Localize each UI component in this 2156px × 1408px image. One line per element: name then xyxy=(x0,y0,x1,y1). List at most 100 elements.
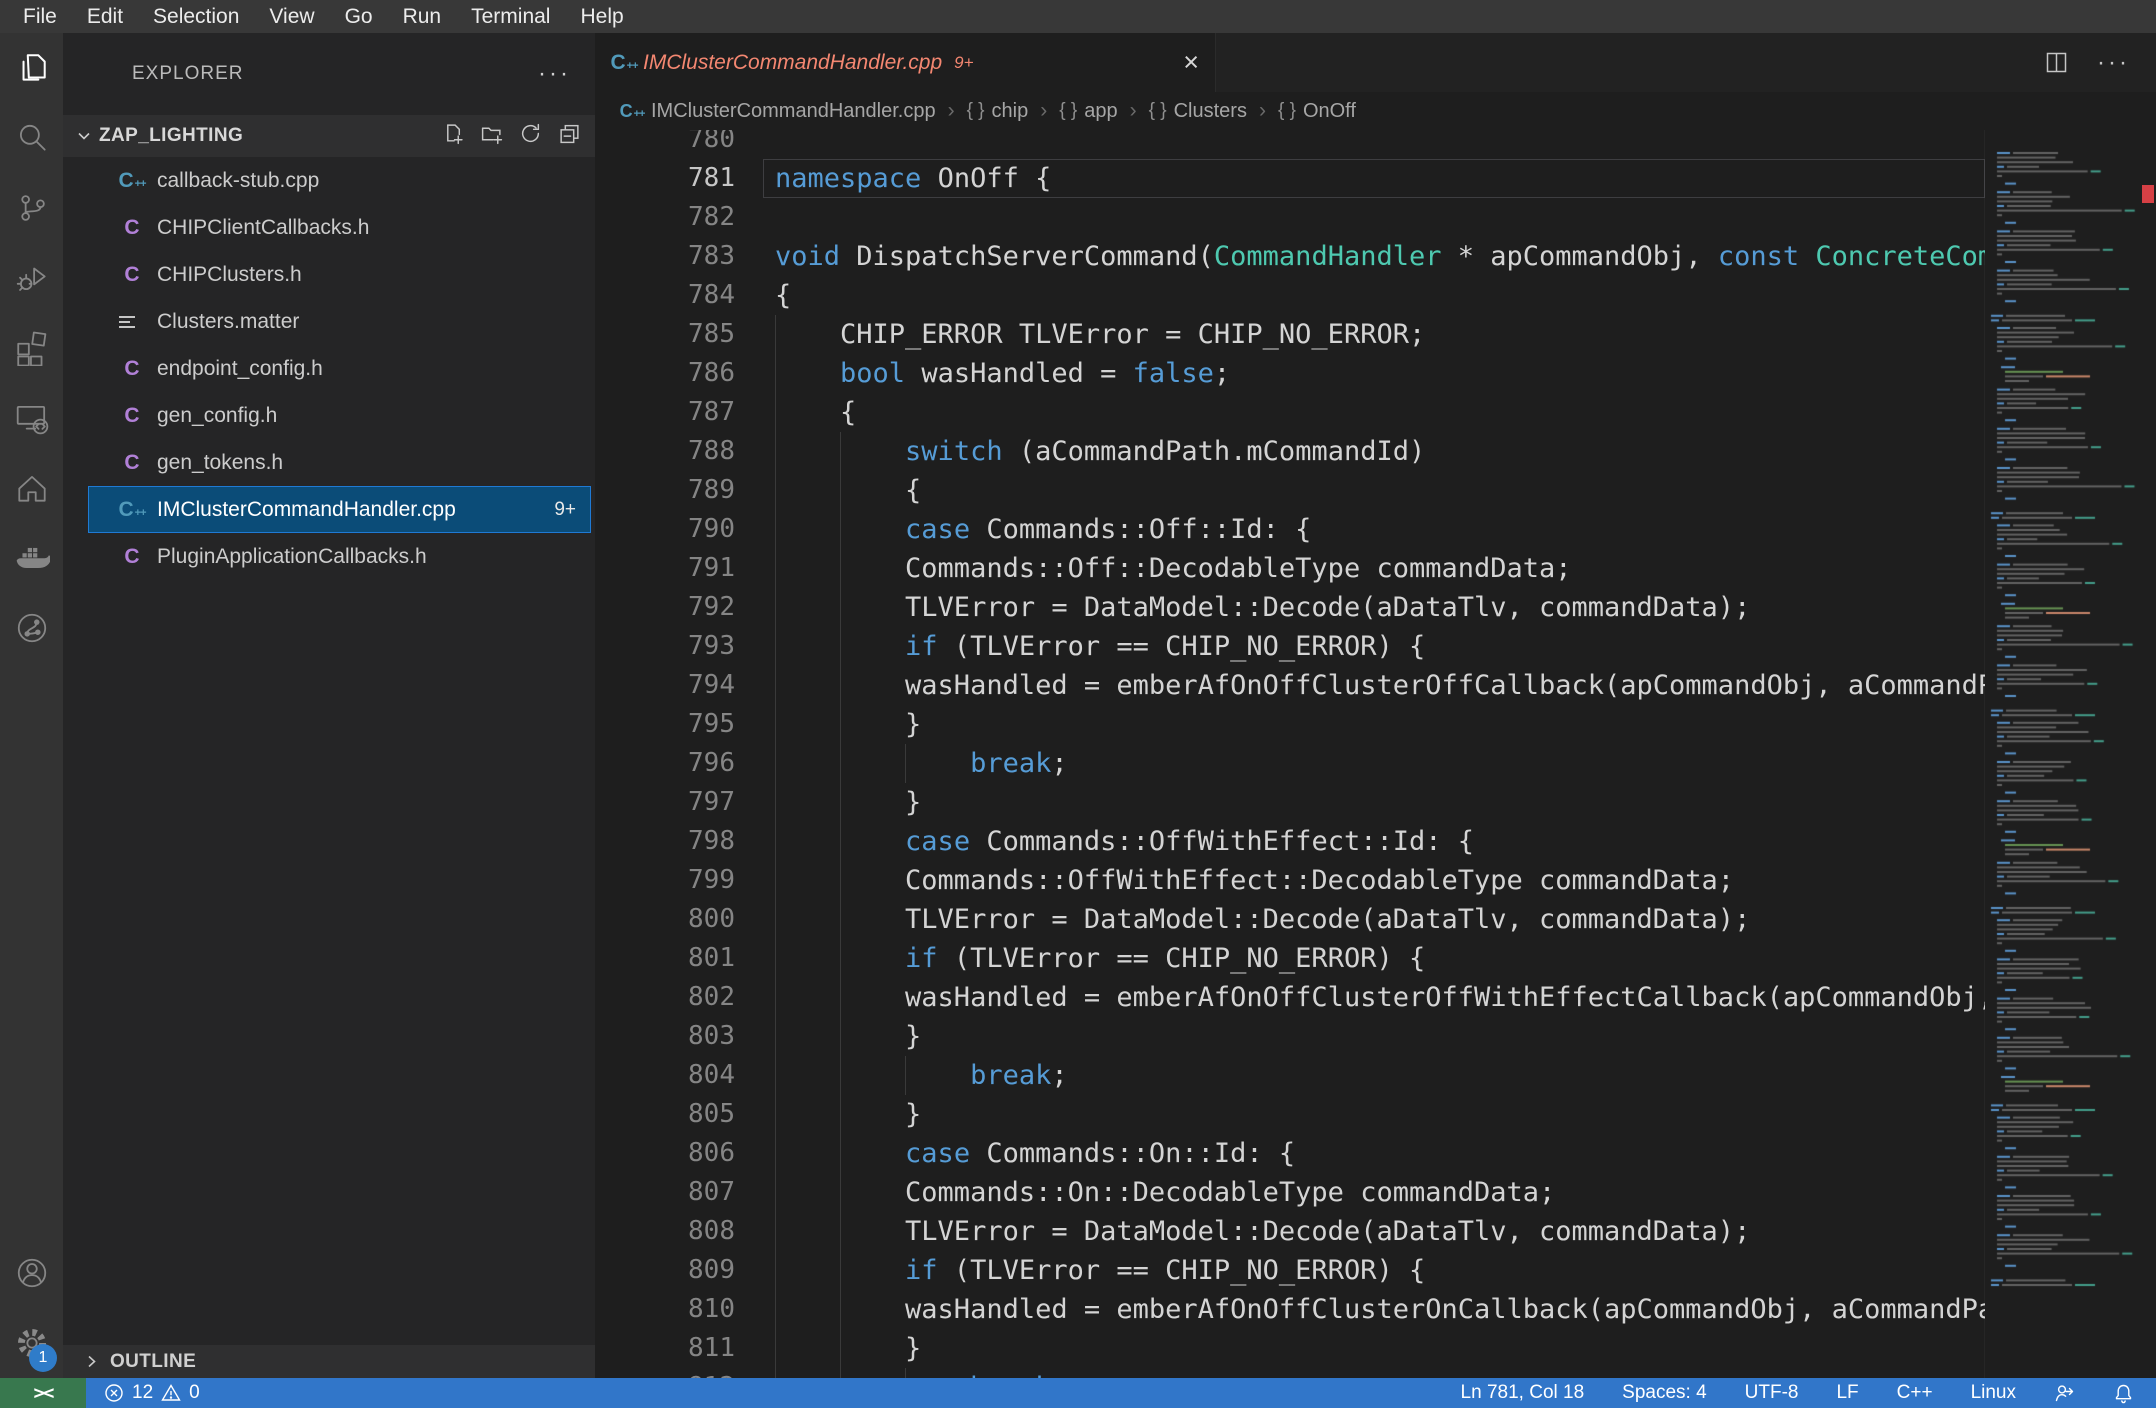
menu-help[interactable]: Help xyxy=(565,0,638,33)
menu-go[interactable]: Go xyxy=(330,0,388,33)
status-spaces-4[interactable]: Spaces: 4 xyxy=(1622,1382,1707,1404)
feedback-icon[interactable] xyxy=(2054,1383,2075,1404)
breadcrumb-item-clusters[interactable]: { } Clusters xyxy=(1149,100,1247,123)
cpp-file-icon: C ++ xyxy=(118,498,146,521)
bell-icon[interactable] xyxy=(2113,1383,2134,1404)
more-actions-icon[interactable]: ··· xyxy=(2097,49,2130,77)
breadcrumb-separator: › xyxy=(1129,99,1137,122)
outline-section-header[interactable]: OUTLINE xyxy=(63,1345,595,1378)
explorer-icon[interactable] xyxy=(0,33,63,103)
code-line-790[interactable]: 790 case Commands::Off::Id: { xyxy=(595,510,1985,549)
menu-file[interactable]: File xyxy=(8,0,72,33)
code-line-803[interactable]: 803 } xyxy=(595,1017,1985,1056)
code-line-806[interactable]: 806 case Commands::On::Id: { xyxy=(595,1134,1985,1173)
code-line-793[interactable]: 793 if (TLVError == CHIP_NO_ERROR) { xyxy=(595,627,1985,666)
split-editor-icon[interactable] xyxy=(2044,50,2069,75)
home-icon[interactable] xyxy=(0,453,63,523)
search-icon[interactable] xyxy=(0,103,63,173)
file-item-gen_tokens.h[interactable]: Cgen_tokens.h xyxy=(88,439,591,486)
menu-view[interactable]: View xyxy=(254,0,329,33)
status-utf-8[interactable]: UTF-8 xyxy=(1745,1382,1799,1404)
breadcrumb-item-onoff[interactable]: { } OnOff xyxy=(1278,100,1356,123)
source-control-icon[interactable] xyxy=(0,173,63,243)
remote-explorer-icon[interactable] xyxy=(0,383,63,453)
code-line-795[interactable]: 795 } xyxy=(595,705,1985,744)
problems-status[interactable]: 12 0 xyxy=(104,1382,200,1404)
line-number: 808 xyxy=(688,1216,735,1246)
remote-indicator[interactable]: >< xyxy=(0,1378,86,1408)
menu-edit[interactable]: Edit xyxy=(72,0,138,33)
file-item-clusters.matter[interactable]: Clusters.matter xyxy=(88,298,591,345)
code-line-807[interactable]: 807 Commands::On::DecodableType commandD… xyxy=(595,1173,1985,1212)
code-line-805[interactable]: 805 } xyxy=(595,1095,1985,1134)
file-item-chipclusters.h[interactable]: C CHIPClusters.h xyxy=(88,251,591,298)
code-line-800[interactable]: 800 TLVError = DataModel::Decode(aDataTl… xyxy=(595,900,1985,939)
line-number: 803 xyxy=(688,1021,735,1051)
minimap[interactable] xyxy=(1984,130,2140,1378)
code-text: case Commands::Off::Id: { xyxy=(905,514,1312,545)
account-icon[interactable] xyxy=(0,1238,63,1308)
overview-ruler[interactable] xyxy=(2140,130,2156,1378)
settings-icon[interactable]: 1 xyxy=(0,1308,63,1378)
breadcrumb-item-chip[interactable]: { } chip xyxy=(967,100,1029,123)
code-line-785[interactable]: 785 CHIP_ERROR TLVError = CHIP_NO_ERROR; xyxy=(595,315,1985,354)
git-graph-icon[interactable] xyxy=(0,593,63,663)
file-item-gen_config.h[interactable]: Cgen_config.h xyxy=(88,392,591,439)
status-ln-781-col-18[interactable]: Ln 781, Col 18 xyxy=(1461,1382,1585,1404)
code-line-798[interactable]: 798 case Commands::OffWithEffect::Id: { xyxy=(595,822,1985,861)
status-lf[interactable]: LF xyxy=(1836,1382,1858,1404)
code-line-789[interactable]: 789 { xyxy=(595,471,1985,510)
code-line-796[interactable]: 796 break; xyxy=(595,744,1985,783)
file-item-pluginapplicationcallbacks.h[interactable]: C PluginApplicationCallbacks.h xyxy=(88,533,591,580)
code-line-780[interactable]: 780 xyxy=(595,130,1985,159)
more-actions-icon[interactable]: ··· xyxy=(538,62,571,86)
code-line-781[interactable]: 781 namespace OnOff { xyxy=(595,159,1985,198)
code-line-804[interactable]: 804 break; xyxy=(595,1056,1985,1095)
c-header-file-icon: C xyxy=(124,545,140,568)
menu-selection[interactable]: Selection xyxy=(138,0,254,33)
run-and-debug-icon[interactable] xyxy=(0,243,63,313)
new-folder-icon[interactable] xyxy=(480,122,503,150)
file-item-endpoint_config.h[interactable]: Cendpoint_config.h xyxy=(88,345,591,392)
code-line-801[interactable]: 801 if (TLVError == CHIP_NO_ERROR) { xyxy=(595,939,1985,978)
refresh-icon[interactable] xyxy=(519,122,542,150)
code-line-787[interactable]: 787 { xyxy=(595,393,1985,432)
menu-run[interactable]: Run xyxy=(388,0,457,33)
code-line-799[interactable]: 799 Commands::OffWithEffect::DecodableTy… xyxy=(595,861,1985,900)
code-line-784[interactable]: 784 { xyxy=(595,276,1985,315)
code-line-809[interactable]: 809 if (TLVError == CHIP_NO_ERROR) { xyxy=(595,1251,1985,1290)
new-file-icon[interactable] xyxy=(441,122,464,150)
file-name: Clusters.matter xyxy=(157,309,300,333)
code-line-811[interactable]: 811 } xyxy=(595,1329,1985,1368)
code-editor[interactable]: 780 781 namespace OnOff {782 783 void Dispat… xyxy=(595,130,2156,1378)
code-line-788[interactable]: 788 switch (aCommandPath.mCommandId) xyxy=(595,432,1985,471)
extensions-icon[interactable] xyxy=(0,313,63,383)
breadcrumb: C ++ IMClusterCommandHandler.cpp › { } chip › {… xyxy=(595,92,2156,130)
file-item-chipclientcallbacks.h[interactable]: C CHIPClientCallbacks.h xyxy=(88,204,591,251)
code-text: Commands::OffWithEffect::DecodableType c… xyxy=(775,865,1735,896)
status-linux[interactable]: Linux xyxy=(1971,1382,2016,1404)
status-c-[interactable]: C++ xyxy=(1897,1382,1933,1404)
code-line-791[interactable]: 791 Commands::Off::DecodableType command… xyxy=(595,549,1985,588)
code-line-810[interactable]: 810 wasHandled = emberAfOnOffClusterOnCa… xyxy=(595,1290,1985,1329)
code-line-812[interactable]: 812 break; xyxy=(595,1368,1985,1378)
code-line-794[interactable]: 794 wasHandled = emberAfOnOffClusterOffC… xyxy=(595,666,1985,705)
tab-imclustercommandhandler[interactable]: C ++ IMClusterCommandHandler.cpp 9+ × xyxy=(595,33,1216,92)
file-item-imclustercommandhandler.cpp[interactable]: C ++ IMClusterCommandHandler.cpp 9+ xyxy=(88,486,591,533)
menu-terminal[interactable]: Terminal xyxy=(456,0,565,33)
breadcrumb-item-app[interactable]: { } app xyxy=(1059,100,1117,123)
close-icon[interactable]: × xyxy=(1183,49,1199,76)
code-line-808[interactable]: 808 TLVError = DataModel::Decode(aDataTl… xyxy=(595,1212,1985,1251)
docker-icon[interactable] xyxy=(0,523,63,593)
code-line-782[interactable]: 782 xyxy=(595,198,1985,237)
code-text: switch (aCommandPath.mCommandId) xyxy=(905,436,1426,467)
collapse-all-icon[interactable] xyxy=(558,122,581,150)
section-header-zap-lighting[interactable]: ZAP_LIGHTING xyxy=(63,115,595,157)
file-item-callback-stub.cpp[interactable]: C ++ callback-stub.cpp xyxy=(88,157,591,204)
code-line-783[interactable]: 783 void DispatchServerCommand(CommandHan… xyxy=(595,237,1985,276)
breadcrumb-item-imclustercommandhandler.cpp[interactable]: C ++ IMClusterCommandHandler.cpp xyxy=(620,100,936,123)
code-line-786[interactable]: 786 bool wasHandled = false; xyxy=(595,354,1985,393)
code-line-797[interactable]: 797 } xyxy=(595,783,1985,822)
code-line-792[interactable]: 792 TLVError = DataModel::Decode(aDataTl… xyxy=(595,588,1985,627)
code-line-802[interactable]: 802 wasHandled = emberAfOnOffClusterOffW… xyxy=(595,978,1985,1017)
